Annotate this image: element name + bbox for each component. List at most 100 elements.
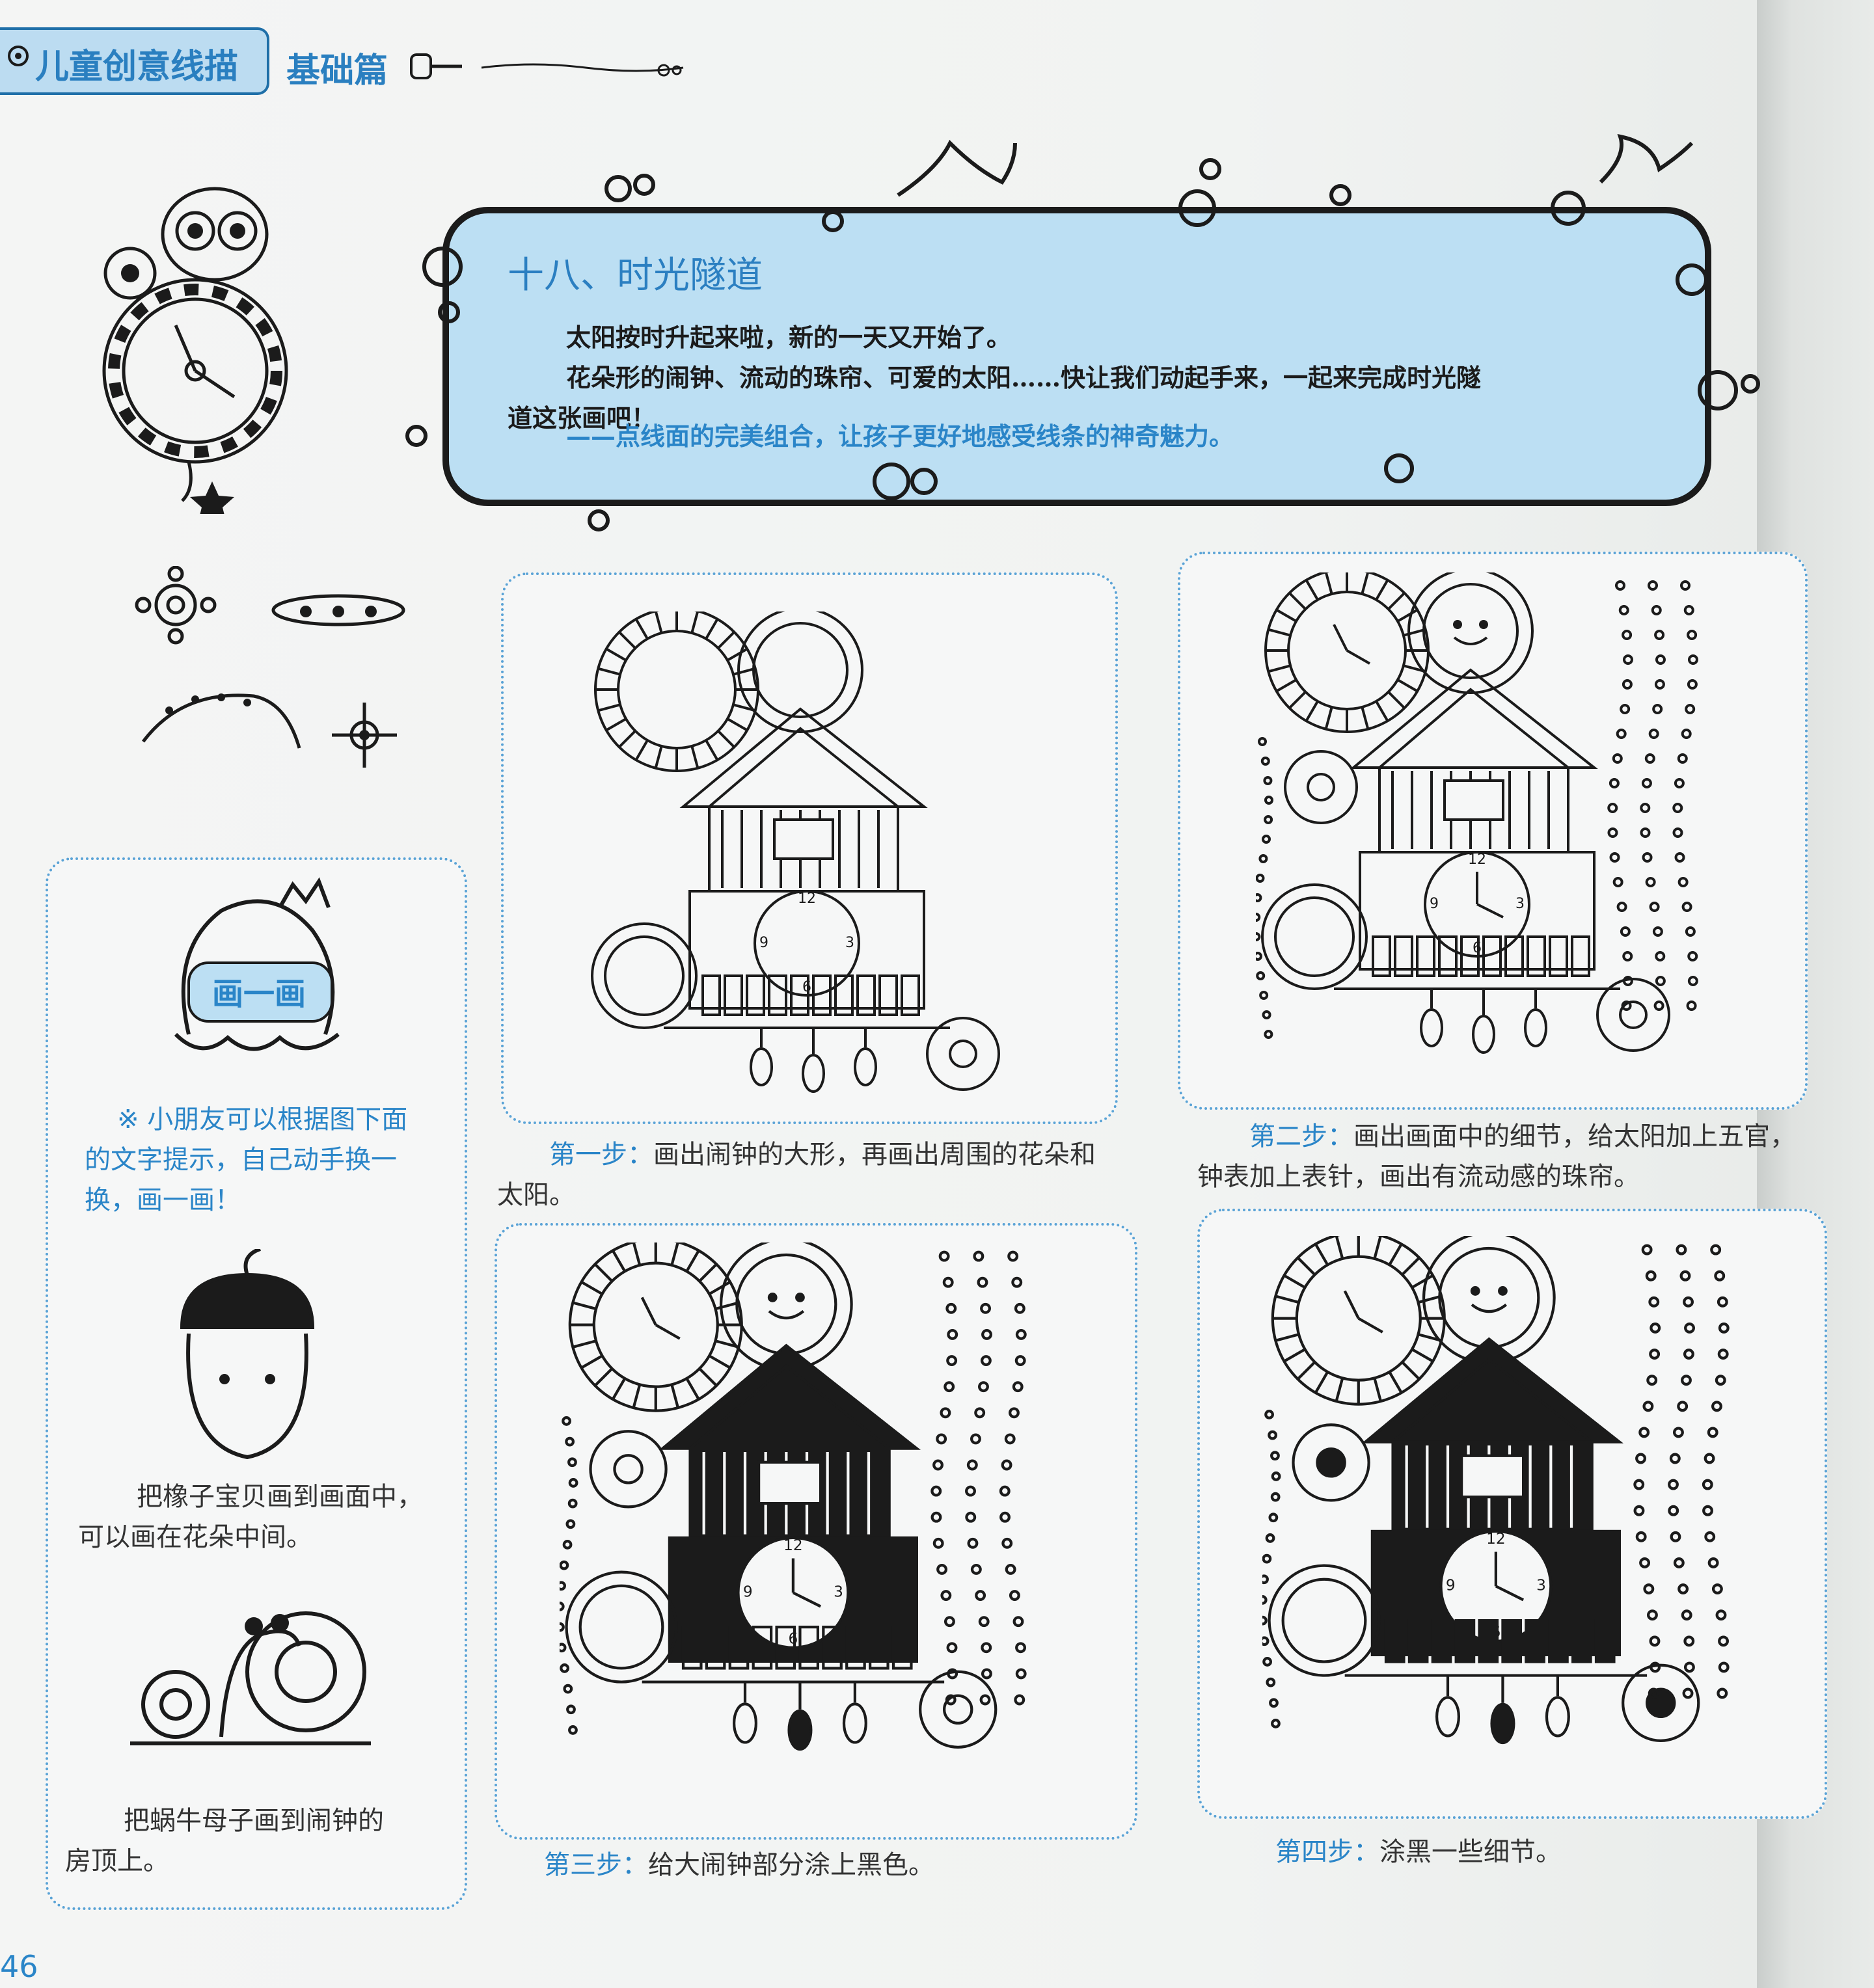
bead	[1256, 932, 1261, 941]
snail-line-2: 房顶上。	[65, 1846, 169, 1876]
flower-petal-line	[705, 618, 719, 640]
sun-inner	[752, 622, 849, 718]
bead	[1669, 1453, 1681, 1464]
bead	[1612, 753, 1623, 764]
clock-art-group: 12936	[560, 1242, 1027, 1751]
step-4-caption: 第四步：涂黑一些细节。	[1275, 1832, 1562, 1872]
bead	[980, 1302, 991, 1314]
step-1-caption-line-1: 第一步：画出闹钟的大形，再画出周围的花朵和	[549, 1135, 1096, 1175]
flower-petal-line	[1373, 1377, 1382, 1402]
bead	[975, 1590, 986, 1602]
flower-petal-line	[572, 1339, 597, 1349]
intro-line-1: 太阳按时升起来啦，新的一天又开始了。	[566, 323, 1012, 352]
flower-petal-line	[1314, 1243, 1329, 1266]
bead	[965, 1485, 976, 1497]
bead	[560, 1560, 569, 1570]
bead	[947, 1668, 958, 1680]
bead	[560, 1602, 565, 1611]
pattern-samples	[135, 566, 405, 768]
bead	[1265, 1533, 1275, 1543]
snail-line-1: 把蜗牛母子画到闹钟的	[124, 1806, 384, 1836]
clock-number: 12	[798, 891, 816, 907]
house-roof-inner	[708, 727, 899, 808]
fence-post	[1478, 1619, 1499, 1663]
pendulum-weight	[787, 1709, 813, 1751]
bead	[1684, 1323, 1695, 1334]
flower-petal-line	[1283, 1348, 1306, 1363]
flower-petal-line	[1296, 1256, 1316, 1276]
bead	[562, 1540, 573, 1550]
step-3-text: 给大闹钟部分涂上黑色。	[648, 1850, 934, 1880]
clock-number: 3	[845, 935, 854, 951]
pendulum-weight	[750, 1047, 773, 1086]
flower-petal-line	[634, 618, 649, 640]
bead	[1256, 952, 1262, 961]
bead	[1681, 1609, 1692, 1621]
fence-post	[1501, 1619, 1523, 1663]
bead	[1718, 1661, 1730, 1673]
small-clock	[591, 922, 698, 1029]
flower-petal-line	[1388, 1243, 1403, 1266]
bead	[1263, 776, 1273, 785]
bead	[947, 1329, 958, 1340]
bead	[1622, 654, 1633, 665]
small-clock	[565, 1570, 678, 1684]
bead	[1646, 1375, 1658, 1386]
clock-number: 9	[1430, 896, 1439, 912]
bead	[1641, 778, 1652, 788]
bead	[1649, 902, 1660, 912]
step-4-text: 涂黑一些细节。	[1379, 1837, 1562, 1867]
bead	[1616, 902, 1627, 912]
bead	[1262, 1615, 1268, 1626]
bead	[1260, 757, 1270, 766]
flower-left-center	[1307, 773, 1335, 801]
house-window	[757, 1460, 822, 1505]
house-roof-inner	[1378, 688, 1569, 769]
step-3-illustration: 129 36	[560, 1242, 1027, 1751]
intro-line-2: 花朵形的闹钟、流动的珠帘、可爱的太阳……快让我们动起手来，一起来完成时光隧	[566, 363, 1482, 392]
flower-petal-line	[654, 611, 663, 634]
bead	[1633, 1505, 1645, 1516]
bead	[1649, 1349, 1661, 1360]
bead	[568, 1478, 578, 1488]
bead	[1268, 1512, 1279, 1523]
flower-petal-line	[1324, 572, 1333, 595]
bead	[1686, 1001, 1697, 1011]
bead	[1673, 1557, 1685, 1568]
step-4-label: 第四步：	[1275, 1837, 1379, 1867]
bead	[1266, 1677, 1276, 1687]
clock-number: 12	[1486, 1530, 1506, 1548]
draw-badge: 画一画	[212, 976, 306, 1012]
flower-petal-line	[1417, 1295, 1442, 1304]
bead	[1615, 580, 1625, 591]
flower-petal-line	[632, 1242, 642, 1266]
bead	[1258, 854, 1268, 863]
bead	[1653, 1001, 1664, 1011]
bead	[1622, 679, 1633, 690]
bead	[1648, 1296, 1660, 1308]
bead	[1612, 877, 1623, 887]
bead	[1256, 913, 1261, 922]
house-window	[773, 818, 834, 860]
bead	[1269, 1698, 1279, 1708]
bead	[1715, 1609, 1727, 1621]
flower-petal-line	[690, 611, 699, 634]
bead	[1270, 1451, 1280, 1461]
bead	[981, 1642, 992, 1654]
bead	[1648, 729, 1659, 739]
bead	[1607, 803, 1618, 813]
bead	[1618, 605, 1629, 615]
bead	[1704, 1453, 1715, 1464]
bead	[1642, 1401, 1654, 1412]
bead	[562, 1416, 571, 1426]
bead	[932, 1459, 944, 1471]
acorn-illustration	[180, 1249, 315, 1460]
flower-petal-line	[1324, 706, 1333, 730]
flower-petal-line	[1401, 1361, 1420, 1380]
pendulum-weight	[733, 1702, 758, 1744]
clock-number: 3	[1515, 896, 1525, 912]
bead	[1673, 1427, 1684, 1438]
bead	[1262, 1574, 1269, 1585]
bead	[1650, 1661, 1661, 1673]
sun-smile	[1471, 1303, 1508, 1313]
